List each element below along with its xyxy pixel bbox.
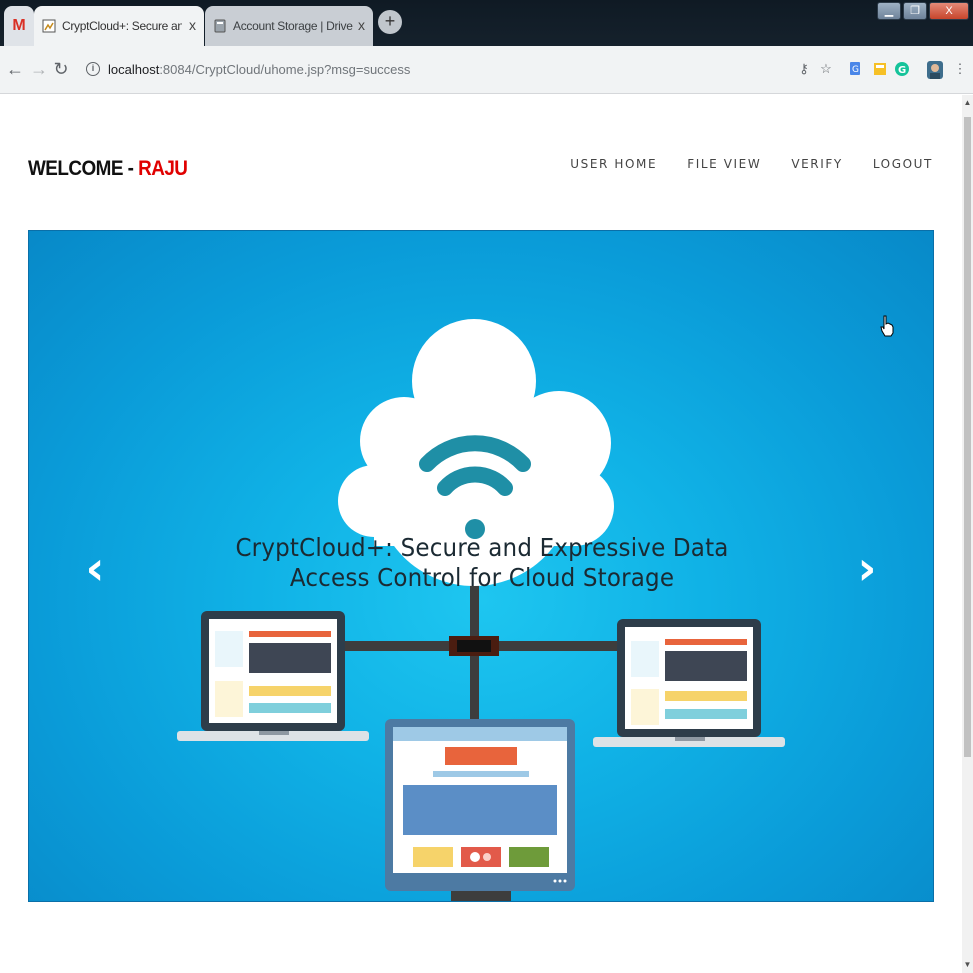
minimize-button[interactable]: ▁ xyxy=(877,2,901,20)
url-host: localhost xyxy=(108,61,160,77)
forward-icon[interactable]: → xyxy=(28,58,50,80)
scroll-thumb[interactable] xyxy=(964,117,971,757)
main-nav: USER HOME FILE VIEW VERIFY LOGOUT xyxy=(570,157,933,171)
url-path: :8084/CryptCloud/uhome.jsp?msg=success xyxy=(159,61,411,77)
back-icon[interactable]: ← xyxy=(4,58,26,80)
scroll-up-icon[interactable]: ▲ xyxy=(962,97,973,109)
drivehq-icon xyxy=(213,19,227,33)
nav-logout[interactable]: LOGOUT xyxy=(873,157,933,171)
address-bar[interactable]: i localhost:8084/CryptCloud/uhome.jsp?ms… xyxy=(78,54,838,84)
hand-cursor-icon xyxy=(880,315,894,337)
page-content: WELCOME - RAJU USER HOME FILE VIEW VERIF… xyxy=(0,95,962,973)
username: RAJU xyxy=(138,157,188,180)
grammarly-icon[interactable]: G xyxy=(894,61,910,77)
carousel-caption: CryptCloud+: Secure and Expressive Data … xyxy=(235,533,729,592)
tab-title: Account Storage | DriveHQ xyxy=(233,19,353,33)
key-icon[interactable]: ⚷ xyxy=(796,61,812,77)
translate-icon[interactable]: G xyxy=(848,61,864,77)
carousel-prev-button[interactable]: ‹ xyxy=(75,543,115,593)
menu-icon[interactable]: ⋮ xyxy=(952,61,968,77)
welcome-heading: WELCOME - RAJU xyxy=(28,157,188,181)
reload-icon[interactable]: ↻ xyxy=(50,58,72,80)
svg-text:G: G xyxy=(898,65,906,76)
browser-toolbar: ← → ↻ i localhost:8084/CryptCloud/uhome.… xyxy=(0,46,973,94)
scroll-down-icon[interactable]: ▼ xyxy=(962,959,973,971)
extension-icon[interactable] xyxy=(872,61,888,77)
tab-title: CryptCloud+: Secure and Expressiv xyxy=(62,19,182,33)
tab-drivehq[interactable]: Account Storage | DriveHQ x xyxy=(205,6,373,46)
nav-user-home[interactable]: USER HOME xyxy=(570,157,657,171)
gmail-icon: M xyxy=(12,17,26,34)
close-icon[interactable]: x xyxy=(189,17,196,33)
new-tab-button[interactable]: + xyxy=(378,10,402,34)
monitor-icon xyxy=(385,719,575,901)
page-icon xyxy=(42,19,56,33)
tab-cryptcloud[interactable]: CryptCloud+: Secure and Expressiv x xyxy=(34,6,204,46)
star-icon[interactable]: ☆ xyxy=(818,61,834,77)
svg-text:G: G xyxy=(852,65,859,75)
tab-gmail[interactable]: M xyxy=(4,6,34,46)
avatar[interactable] xyxy=(927,61,943,79)
info-icon[interactable]: i xyxy=(86,62,100,76)
window-close-button[interactable]: X xyxy=(929,2,969,20)
close-icon[interactable]: x xyxy=(358,17,365,33)
restore-button[interactable]: ❐ xyxy=(903,2,927,20)
laptop-left-icon xyxy=(177,611,369,741)
welcome-label: WELCOME - xyxy=(28,157,139,180)
nav-verify[interactable]: VERIFY xyxy=(791,157,843,171)
nav-file-view[interactable]: FILE VIEW xyxy=(687,157,761,171)
carousel: CryptCloud+: Secure and Expressive Data … xyxy=(28,230,934,902)
browser-titlebar: M CryptCloud+: Secure and Expressiv x Ac… xyxy=(0,0,973,46)
page-scrollbar[interactable]: ▲ ▼ xyxy=(962,95,973,973)
laptop-right-icon xyxy=(593,619,785,747)
carousel-next-button[interactable]: › xyxy=(847,543,887,593)
window-controls: ▁ ❐ X xyxy=(877,2,969,20)
